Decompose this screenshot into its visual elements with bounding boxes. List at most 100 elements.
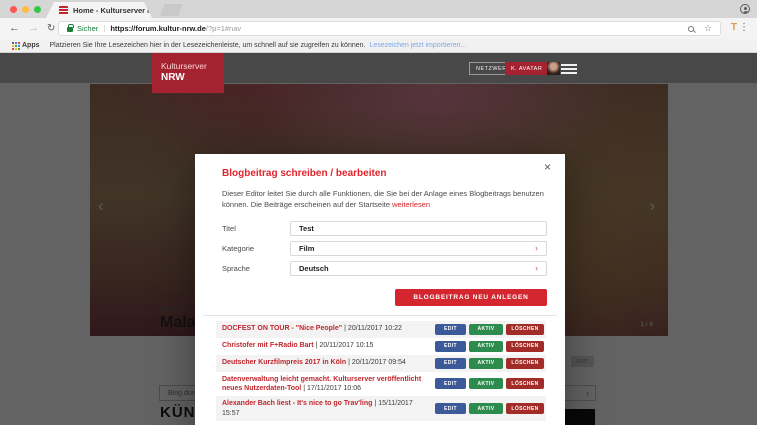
url-host: https://forum.kultur-nrw.de: [110, 24, 206, 33]
entry-title[interactable]: Alexander Bach liest - It's nice to go T…: [222, 400, 372, 407]
weiterlesen-link[interactable]: weiterlesen: [392, 200, 430, 209]
forward-icon: →: [28, 23, 39, 34]
blogbeitrag-neu-anlegen-button[interactable]: BLOGBEITRAG NEU ANLEGEN: [395, 289, 547, 306]
modal-description: Dieser Editor leitet Sie durch alle Funk…: [222, 188, 545, 211]
extension-icon[interactable]: T: [731, 22, 737, 34]
site-logo[interactable]: Kulturserver NRW: [152, 53, 224, 93]
entry-actions: EDIT AKTIV LÖSCHEN: [435, 341, 544, 352]
separator: |: [348, 359, 350, 366]
divider: [203, 315, 557, 316]
sprache-select[interactable]: Deutsch ›: [290, 261, 547, 276]
aktiv-button[interactable]: AKTIV: [469, 378, 503, 389]
edit-button[interactable]: EDIT: [435, 358, 466, 369]
titel-row: Titel: [222, 221, 547, 236]
entry-actions: EDIT AKTIV LÖSCHEN: [435, 403, 544, 414]
separator: |: [303, 385, 305, 392]
kategorie-value: Film: [299, 244, 314, 253]
avatar: [547, 62, 560, 75]
aktiv-button[interactable]: AKTIV: [469, 358, 503, 369]
entry-text: Mitmachen: Wir holen 2018 den Weltgeschi…: [222, 424, 430, 425]
blog-entry-row: Alexander Bach liest - It's nice to go T…: [216, 396, 546, 421]
page-viewport: Kulturserver NRW NETZWERK K. AVATAR ‹ › …: [0, 53, 757, 425]
bookmark-star-icon[interactable]: ☆: [704, 24, 712, 33]
avatar-label: K. AVATAR: [511, 66, 542, 72]
padlock-icon: [67, 27, 73, 32]
entry-title[interactable]: Deutscher Kurzfilmpreis 2017 in Köln: [222, 359, 346, 366]
browser-tab-strip: Home - Kulturserver NRW ×: [0, 0, 757, 18]
loeschen-button[interactable]: LÖSCHEN: [506, 341, 544, 352]
entry-datetime: 20/11/2017 10:22: [348, 325, 402, 332]
aktiv-button[interactable]: AKTIV: [469, 403, 503, 414]
user-avatar-button[interactable]: K. AVATAR: [505, 62, 560, 75]
site-favicon-icon: [59, 6, 68, 15]
apps-label[interactable]: Apps: [22, 42, 40, 49]
kategorie-row: Kategorie Film ›: [222, 241, 547, 256]
sprache-value: Deutsch: [299, 264, 329, 273]
separator: |: [374, 400, 376, 407]
entry-datetime: 20/11/2017 09:54: [352, 359, 406, 366]
bookmarks-hint: Platzieren Sie Ihre Lesezeichen hier in …: [50, 42, 366, 49]
loeschen-button[interactable]: LÖSCHEN: [506, 378, 544, 389]
titel-label: Titel: [222, 224, 290, 233]
entry-datetime: 20/11/2017 10:15: [319, 342, 373, 349]
browser-toolbar: ← → ↻ Sicher | https://forum.kultur-nrw.…: [0, 18, 757, 39]
zoom-icon[interactable]: [688, 26, 694, 32]
entry-text: Alexander Bach liest - It's nice to go T…: [222, 399, 430, 418]
window-close-button[interactable]: [10, 6, 17, 13]
blog-entries-list: DOCFEST ON TOUR - "Nice People"|20/11/20…: [216, 321, 546, 426]
entry-text: Datenverwaltung leicht gemacht. Kulturse…: [222, 375, 430, 394]
entry-text: Christofer mit F+Radio Bart|20/11/2017 1…: [222, 341, 373, 350]
site-header: Kulturserver NRW NETZWERK K. AVATAR: [0, 53, 757, 83]
aktiv-button[interactable]: AKTIV: [469, 341, 503, 352]
browser-menu-icon[interactable]: ⋮: [739, 22, 749, 33]
blog-entry-row: Deutscher Kurzfilmpreis 2017 in Köln|20/…: [216, 355, 546, 372]
blog-entry-row: DOCFEST ON TOUR - "Nice People"|20/11/20…: [216, 321, 546, 338]
entry-actions: EDIT AKTIV LÖSCHEN: [435, 378, 544, 389]
separator: |: [316, 342, 318, 349]
secure-label: Sicher: [77, 24, 98, 33]
blog-entry-row: Christofer mit F+Radio Bart|20/11/2017 1…: [216, 338, 546, 355]
edit-button[interactable]: EDIT: [435, 403, 466, 414]
hamburger-menu-icon[interactable]: [561, 64, 577, 76]
kategorie-select[interactable]: Film ›: [290, 241, 547, 256]
entry-text: Deutscher Kurzfilmpreis 2017 in Köln|20/…: [222, 358, 406, 367]
entry-title[interactable]: Christofer mit F+Radio Bart: [222, 342, 314, 349]
separator: |: [344, 325, 346, 332]
blog-entry-row: Datenverwaltung leicht gemacht. Kulturse…: [216, 372, 546, 397]
loeschen-button[interactable]: LÖSCHEN: [506, 403, 544, 414]
entry-title[interactable]: DOCFEST ON TOUR - "Nice People": [222, 325, 342, 332]
sprache-row: Sprache Deutsch ›: [222, 261, 547, 276]
logo-line2: NRW: [161, 72, 224, 83]
description-text: Dieser Editor leitet Sie durch alle Funk…: [222, 189, 544, 209]
blog-editor-modal: × Blogbeitrag schreiben / bearbeiten Die…: [195, 154, 565, 425]
edit-button[interactable]: EDIT: [435, 341, 466, 352]
aktiv-button[interactable]: AKTIV: [469, 324, 503, 335]
url-separator: |: [103, 24, 105, 33]
blog-entry-row: Mitmachen: Wir holen 2018 den Weltgeschi…: [216, 421, 546, 425]
window-maximize-button[interactable]: [34, 6, 41, 13]
loeschen-button[interactable]: LÖSCHEN: [506, 324, 544, 335]
apps-grid-icon[interactable]: [12, 42, 14, 44]
back-icon[interactable]: ←: [9, 23, 20, 34]
address-bar[interactable]: Sicher | https://forum.kultur-nrw.de /?p…: [58, 21, 721, 36]
chevron-right-icon: ›: [535, 244, 538, 253]
browser-tab[interactable]: Home - Kulturserver NRW ×: [46, 2, 152, 18]
loeschen-button[interactable]: LÖSCHEN: [506, 358, 544, 369]
entry-text: DOCFEST ON TOUR - "Nice People"|20/11/20…: [222, 324, 402, 333]
titel-input[interactable]: [290, 221, 547, 236]
bookmarks-bar: Apps Platzieren Sie Ihre Lesezeichen hie…: [0, 39, 757, 53]
sprache-label: Sprache: [222, 264, 290, 273]
entry-actions: EDIT AKTIV LÖSCHEN: [435, 358, 544, 369]
chevron-right-icon: ›: [535, 264, 538, 273]
edit-button[interactable]: EDIT: [435, 378, 466, 389]
import-bookmarks-link[interactable]: Lesezeichen jetzt importieren...: [369, 42, 466, 49]
entry-actions: EDIT AKTIV LÖSCHEN: [435, 324, 544, 335]
edit-button[interactable]: EDIT: [435, 324, 466, 335]
reload-icon[interactable]: ↻: [47, 24, 55, 34]
close-icon[interactable]: ×: [544, 161, 551, 173]
browser-profile-icon[interactable]: [740, 4, 750, 14]
kategorie-label: Kategorie: [222, 244, 290, 253]
window-minimize-button[interactable]: [22, 6, 29, 13]
new-tab-button[interactable]: [160, 4, 183, 16]
url-path: /?p=1#nav: [206, 24, 241, 33]
